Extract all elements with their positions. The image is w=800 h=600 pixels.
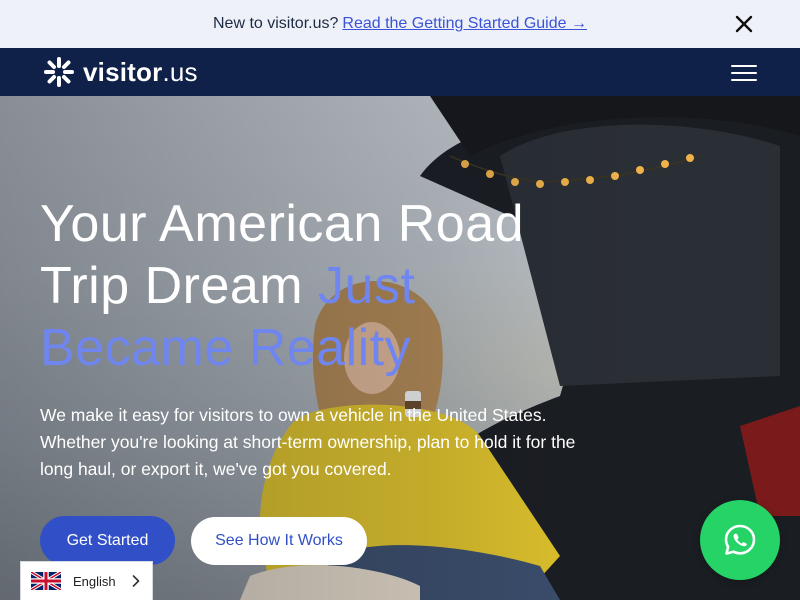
announcement-text: New to visitor.us? xyxy=(213,15,339,32)
get-started-button[interactable]: Get Started xyxy=(40,516,175,565)
logo-mark-icon xyxy=(44,57,74,87)
language-selector[interactable]: English xyxy=(20,561,153,600)
logo-text: visitor.us xyxy=(83,57,198,88)
headline-white-part: Your American Road Trip Dream xyxy=(40,195,525,315)
menu-line xyxy=(731,65,757,67)
main-nav: visitor.us xyxy=(0,48,800,96)
whatsapp-icon xyxy=(724,524,756,555)
menu-line xyxy=(731,79,757,81)
see-how-it-works-button[interactable]: See How It Works xyxy=(191,517,367,565)
hamburger-menu-icon[interactable] xyxy=(731,60,757,84)
hero-section: Your American Road Trip Dream Just Becam… xyxy=(0,96,800,600)
getting-started-guide-link[interactable]: Read the Getting Started Guide → xyxy=(342,15,587,33)
logo-text-bold: visitor xyxy=(83,56,163,87)
menu-line xyxy=(731,72,757,74)
site-logo[interactable]: visitor.us xyxy=(43,56,198,88)
hero-subtext: We make it easy for visitors to own a ve… xyxy=(40,405,576,479)
chevron-right-icon xyxy=(132,575,140,587)
selected-language: English xyxy=(73,573,116,589)
whatsapp-chat-button[interactable] xyxy=(700,500,780,580)
close-icon[interactable] xyxy=(734,14,754,34)
logo-text-light: .us xyxy=(162,56,198,87)
hero-headline: Your American Road Trip Dream Just Becam… xyxy=(40,193,560,379)
uk-flag-icon xyxy=(31,572,61,590)
announcement-bar: New to visitor.us? Read the Getting Star… xyxy=(0,0,800,48)
